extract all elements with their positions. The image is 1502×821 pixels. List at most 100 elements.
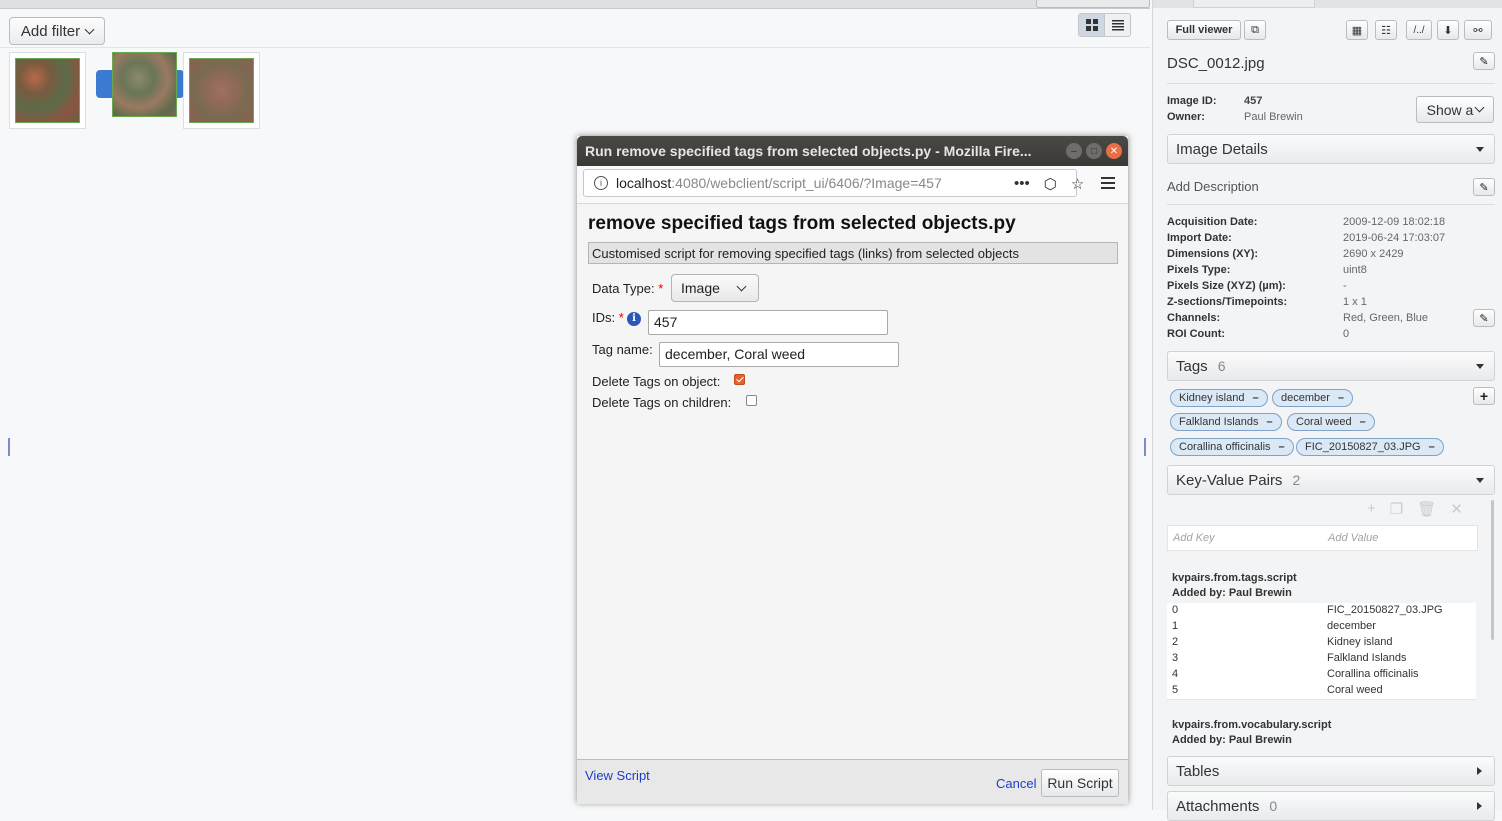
tags-label: Tags bbox=[1176, 357, 1208, 375]
remove-tag-icon[interactable]: – bbox=[1279, 441, 1285, 453]
remove-tag-icon[interactable]: – bbox=[1338, 392, 1344, 404]
kv-key: 3 bbox=[1172, 652, 1179, 664]
kv-scrollbar[interactable] bbox=[1491, 500, 1494, 640]
menu-icon[interactable] bbox=[1101, 177, 1115, 189]
minimize-button[interactable]: – bbox=[1066, 143, 1082, 159]
thumbnail-3[interactable] bbox=[183, 52, 260, 129]
tag-label: FIC_20150827_03.JPG bbox=[1305, 441, 1421, 453]
edit-channels-button[interactable]: ✎ bbox=[1473, 309, 1495, 327]
open-with-button[interactable]: ⧉ bbox=[1244, 20, 1266, 40]
download-button[interactable]: ⬇ bbox=[1437, 20, 1459, 40]
kv-row[interactable]: 5 Coral weed bbox=[1167, 683, 1476, 700]
divider bbox=[1167, 83, 1495, 84]
ids-input[interactable]: 457 bbox=[648, 310, 888, 335]
tags-section[interactable]: Tags 6 bbox=[1167, 351, 1495, 381]
remove-tag-icon[interactable]: – bbox=[1267, 416, 1273, 428]
edit-name-button[interactable]: ✎ bbox=[1473, 52, 1495, 70]
window-titlebar[interactable]: Run remove specified tags from selected … bbox=[577, 136, 1128, 166]
maximize-icon: □ bbox=[1090, 145, 1098, 157]
data-type-select[interactable]: Image bbox=[671, 274, 759, 302]
kv-row[interactable]: 3 Falkland Islands bbox=[1167, 651, 1476, 668]
kv-label: Key-Value Pairs bbox=[1176, 471, 1283, 489]
pencil-icon: ✎ bbox=[1479, 181, 1489, 194]
detail-value: 2009-12-09 18:02:18 bbox=[1343, 216, 1446, 228]
address-field[interactable]: i localhost:4080/webclient/script_ui/640… bbox=[583, 169, 1084, 197]
tag-pill[interactable]: FIC_20150827_03.JPG – bbox=[1296, 438, 1444, 456]
thumbnail-2[interactable] bbox=[96, 51, 184, 117]
kv-row[interactable]: 4 Corallina officinalis bbox=[1167, 667, 1476, 684]
add-row-icon[interactable]: + bbox=[1367, 500, 1376, 518]
right-splitter-handle[interactable] bbox=[1144, 438, 1146, 456]
url-text: localhost:4080/webclient/script_ui/6406/… bbox=[616, 175, 942, 191]
edit-description-button[interactable]: ✎ bbox=[1473, 178, 1495, 196]
panel-tab[interactable] bbox=[1193, 0, 1315, 8]
list-view-button[interactable] bbox=[1105, 14, 1130, 36]
full-viewer-button[interactable]: Full viewer bbox=[1167, 20, 1241, 40]
panel-top-strip bbox=[1153, 0, 1502, 8]
add-key-input[interactable]: Add Key bbox=[1173, 532, 1215, 544]
add-tag-button[interactable]: + bbox=[1473, 387, 1495, 405]
maximize-button[interactable]: □ bbox=[1086, 143, 1102, 159]
window-title: Run remove specified tags from selected … bbox=[585, 143, 1032, 159]
tag-label: Falkland Islands bbox=[1179, 416, 1259, 428]
copy-icon[interactable]: ❐ bbox=[1390, 500, 1403, 518]
run-script-button[interactable]: Run Script bbox=[1041, 769, 1119, 797]
filter-bar: Add filter bbox=[0, 9, 1150, 48]
tag-label: Coral weed bbox=[1296, 416, 1352, 428]
thumbnail-image bbox=[189, 58, 254, 123]
hierarchy-button[interactable]: ☷ bbox=[1375, 20, 1397, 40]
tag-name-input[interactable]: december, Coral weed bbox=[659, 342, 899, 367]
delete-on-object-checkbox[interactable] bbox=[734, 374, 745, 385]
tag-pill[interactable]: Coral weed – bbox=[1287, 413, 1375, 431]
tag-pill[interactable]: december – bbox=[1272, 389, 1354, 407]
kv-row[interactable]: 2 Kidney island bbox=[1167, 635, 1476, 652]
grid-layout-button[interactable]: ▦ bbox=[1346, 20, 1368, 40]
tag-pill[interactable]: Kidney island – bbox=[1170, 389, 1268, 407]
path-button[interactable]: /../ bbox=[1406, 20, 1432, 40]
bookmark-star-icon[interactable]: ☆ bbox=[1071, 175, 1084, 193]
info-icon[interactable]: i bbox=[594, 176, 608, 190]
attachments-section[interactable]: Attachments 0 bbox=[1167, 791, 1495, 821]
attachments-count: 0 bbox=[1269, 798, 1278, 814]
left-splitter-handle[interactable] bbox=[8, 438, 10, 456]
close-icon[interactable]: ✕ bbox=[1450, 500, 1463, 518]
trash-icon[interactable]: 🗑 bbox=[1417, 500, 1436, 518]
add-value-input[interactable]: Add Value bbox=[1328, 532, 1378, 544]
remove-tag-icon[interactable]: – bbox=[1429, 441, 1435, 453]
kv-row[interactable]: 0 FIC_20150827_03.JPG bbox=[1167, 603, 1476, 620]
pencil-icon: ✎ bbox=[1479, 55, 1489, 68]
caret-right-icon bbox=[1477, 767, 1482, 775]
image-details-section[interactable]: Image Details bbox=[1167, 134, 1495, 164]
close-window-button[interactable]: ✕ bbox=[1106, 143, 1122, 159]
add-filter-button[interactable]: Add filter bbox=[9, 17, 105, 45]
link-button[interactable]: ⚯ bbox=[1464, 20, 1492, 40]
info-icon[interactable]: i bbox=[627, 312, 641, 326]
close-icon: ✕ bbox=[1109, 145, 1119, 157]
data-type-label: Data Type: * bbox=[592, 281, 663, 296]
kv-group-added-by: Added by: Paul Brewin bbox=[1172, 587, 1292, 599]
remove-tag-icon[interactable]: – bbox=[1252, 392, 1258, 404]
grid-view-button[interactable] bbox=[1079, 14, 1105, 36]
top-tab[interactable] bbox=[1036, 0, 1150, 8]
chevron-down-icon bbox=[84, 24, 95, 34]
file-name: DSC_0012.jpg bbox=[1167, 55, 1265, 72]
add-description[interactable]: Add Description bbox=[1167, 179, 1259, 194]
cancel-link[interactable]: Cancel bbox=[996, 776, 1036, 791]
pocket-icon[interactable]: ⬡ bbox=[1044, 175, 1057, 193]
kv-row[interactable]: 1 december bbox=[1167, 619, 1476, 636]
thumbnail-1[interactable] bbox=[9, 52, 86, 129]
kv-value: FIC_20150827_03.JPG bbox=[1327, 604, 1443, 616]
url-host: localhost bbox=[616, 175, 672, 191]
delete-on-children-checkbox[interactable] bbox=[746, 395, 757, 406]
tables-section[interactable]: Tables bbox=[1167, 756, 1495, 786]
key-value-pairs-section[interactable]: Key-Value Pairs 2 bbox=[1167, 465, 1495, 495]
tag-pill[interactable]: Corallina officinalis – bbox=[1170, 438, 1294, 456]
add-kv-row[interactable]: Add Key Add Value bbox=[1167, 525, 1478, 551]
show-all-dropdown[interactable]: Show a bbox=[1416, 96, 1494, 123]
tag-pill[interactable]: Falkland Islands – bbox=[1170, 413, 1282, 431]
more-icon[interactable]: ••• bbox=[1014, 175, 1030, 193]
view-script-link[interactable]: View Script bbox=[585, 768, 650, 783]
kv-key: 2 bbox=[1172, 636, 1179, 648]
kv-key: 5 bbox=[1172, 684, 1179, 696]
remove-tag-icon[interactable]: – bbox=[1360, 416, 1366, 428]
